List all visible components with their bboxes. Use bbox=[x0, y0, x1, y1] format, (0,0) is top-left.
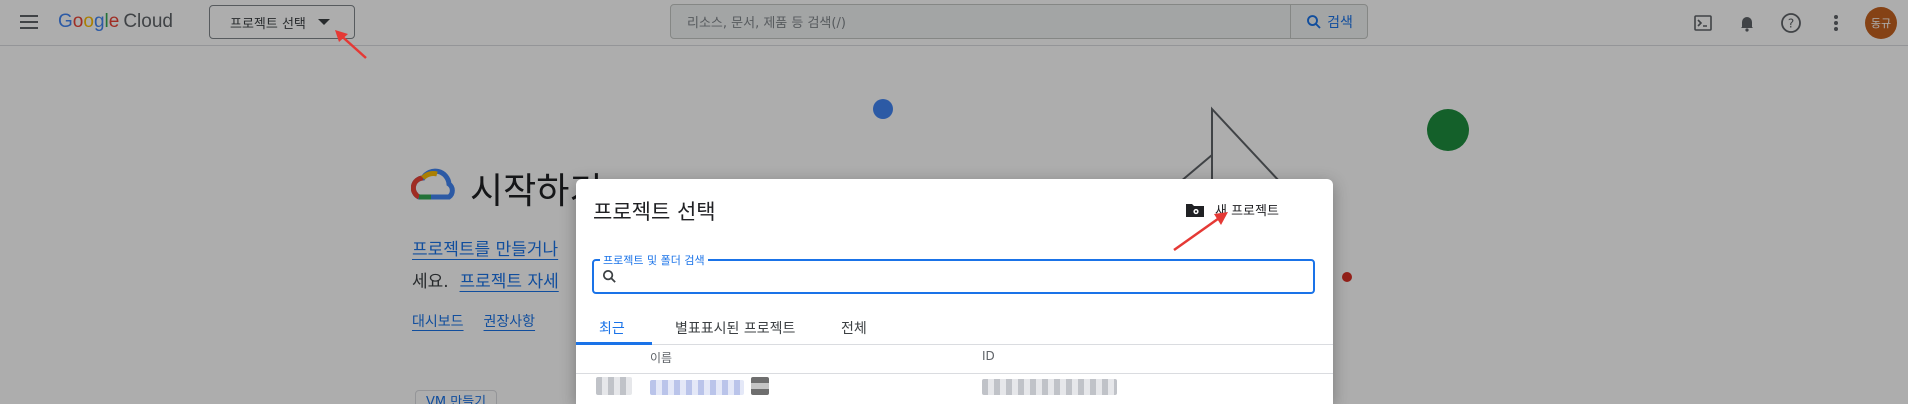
active-tab-indicator bbox=[576, 342, 652, 345]
project-search-input[interactable]: 프로젝트 및 폴더 검색 bbox=[592, 252, 1315, 294]
dialog-tabs: 최근 별표표시된 프로젝트 전체 bbox=[576, 307, 1333, 345]
redacted-type-icon bbox=[596, 377, 632, 395]
redacted-project-id bbox=[982, 379, 1117, 395]
annotation-arrow-icon bbox=[335, 30, 367, 59]
redacted-project-name bbox=[650, 380, 744, 395]
tab-all[interactable]: 전체 bbox=[841, 318, 867, 338]
project-search-label: 프로젝트 및 폴더 검색 bbox=[600, 252, 708, 268]
redacted-badge bbox=[751, 377, 769, 395]
column-header-name: 이름 bbox=[650, 351, 673, 365]
tab-recent[interactable]: 최근 bbox=[599, 318, 625, 338]
tab-starred[interactable]: 별표표시된 프로젝트 bbox=[675, 318, 795, 338]
column-header-id: ID bbox=[982, 349, 995, 363]
table-header-divider bbox=[576, 373, 1333, 374]
search-icon bbox=[602, 269, 616, 283]
annotation-arrow-icon bbox=[1173, 212, 1228, 252]
dialog-title: 프로젝트 선택 bbox=[593, 200, 716, 224]
